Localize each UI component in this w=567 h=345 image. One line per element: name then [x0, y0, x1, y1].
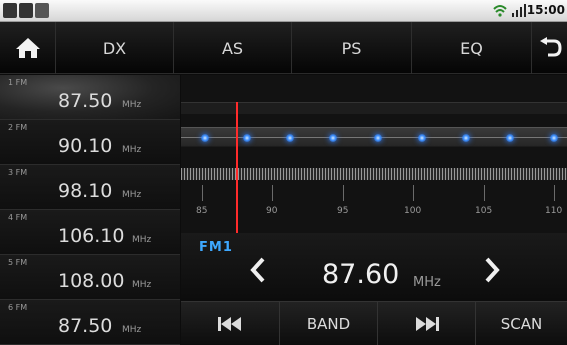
scale-label: 90 [266, 206, 278, 216]
preset-number: 3 FM [8, 168, 28, 177]
as-button[interactable]: AS [173, 22, 291, 74]
previous-button[interactable] [181, 302, 279, 345]
preset-number: 2 FM [8, 123, 28, 132]
scale-label: 105 [475, 206, 493, 216]
station-dots-band [181, 127, 567, 147]
preset-frequency: 87.50 [58, 315, 113, 337]
scan-button[interactable]: SCAN [475, 302, 567, 345]
preset-frequency: 90.10 [58, 135, 113, 157]
station-dot [374, 134, 382, 142]
bluetooth-icon [35, 3, 49, 18]
top-menu: DX AS PS EQ [0, 22, 567, 74]
scale-label: 95 [337, 206, 349, 216]
scale-top-band [181, 102, 567, 114]
station-dot [286, 134, 294, 142]
back-button[interactable] [531, 22, 567, 74]
station-dot [201, 134, 209, 142]
station-dot [506, 134, 514, 142]
preset-unit: MHz [122, 325, 142, 335]
preset-list: 1 FM 87.50 MHz 2 FM 90.10 MHz 3 FM 98.10… [0, 75, 180, 345]
next-track-icon [415, 317, 439, 331]
band-button[interactable]: BAND [279, 302, 377, 345]
preset-number: 1 FM [8, 78, 28, 87]
preset-number: 5 FM [8, 258, 28, 267]
frequency-display: FM1 87.60 MHz [181, 233, 567, 301]
next-button[interactable] [377, 302, 475, 345]
back-icon [539, 37, 562, 57]
scale-label: 85 [196, 206, 208, 216]
preset-3[interactable]: 3 FM 98.10 MHz [0, 165, 180, 210]
current-frequency: 87.60 [322, 259, 400, 290]
debug-icon [19, 3, 33, 18]
preset-1[interactable]: 1 FM 87.50 MHz [0, 75, 180, 120]
preset-unit: MHz [122, 100, 142, 110]
tune-up-button[interactable] [483, 257, 501, 290]
preset-frequency: 108.00 [58, 270, 125, 292]
preset-frequency: 106.10 [58, 225, 125, 247]
preset-unit: MHz [122, 145, 142, 155]
chevron-left-icon [250, 257, 265, 283]
preset-unit: MHz [132, 235, 152, 245]
preset-unit: MHz [122, 190, 142, 200]
preset-2[interactable]: 2 FM 90.10 MHz [0, 120, 180, 165]
home-button[interactable] [0, 22, 55, 74]
station-dot [243, 134, 251, 142]
status-bar: 15:00 [0, 0, 567, 22]
station-dot [462, 134, 470, 142]
preset-number: 4 FM [8, 213, 28, 222]
signal-icon [512, 4, 526, 17]
preset-unit: MHz [132, 280, 152, 290]
scale-label: 100 [404, 206, 422, 216]
control-bar: BAND SCAN [181, 301, 567, 345]
tuner-scale[interactable]: 85 90 95 100 105 110 [181, 75, 567, 233]
preset-5[interactable]: 5 FM 108.00 MHz [0, 255, 180, 300]
tuning-needle[interactable] [236, 102, 238, 233]
clock: 15:00 [526, 3, 565, 17]
wifi-icon [493, 5, 507, 17]
preset-frequency: 87.50 [58, 90, 113, 112]
previous-track-icon [218, 317, 241, 331]
frequency-ticks [181, 168, 567, 180]
preset-number: 6 FM [8, 303, 28, 312]
preset-4[interactable]: 4 FM 106.10 MHz [0, 210, 180, 255]
station-dot [329, 134, 337, 142]
preset-6[interactable]: 6 FM 87.50 MHz [0, 300, 180, 345]
station-dot [418, 134, 426, 142]
frequency-unit: MHz [413, 275, 441, 290]
home-icon [15, 38, 40, 58]
ps-button[interactable]: PS [291, 22, 411, 74]
tune-down-button[interactable] [249, 257, 267, 290]
scale-label: 110 [545, 206, 563, 216]
station-dot [550, 134, 558, 142]
band-label: FM1 [199, 240, 233, 255]
usb-icon [3, 3, 17, 18]
dx-button[interactable]: DX [55, 22, 173, 74]
chevron-right-icon [485, 257, 500, 283]
eq-button[interactable]: EQ [411, 22, 531, 74]
preset-frequency: 98.10 [58, 180, 113, 202]
